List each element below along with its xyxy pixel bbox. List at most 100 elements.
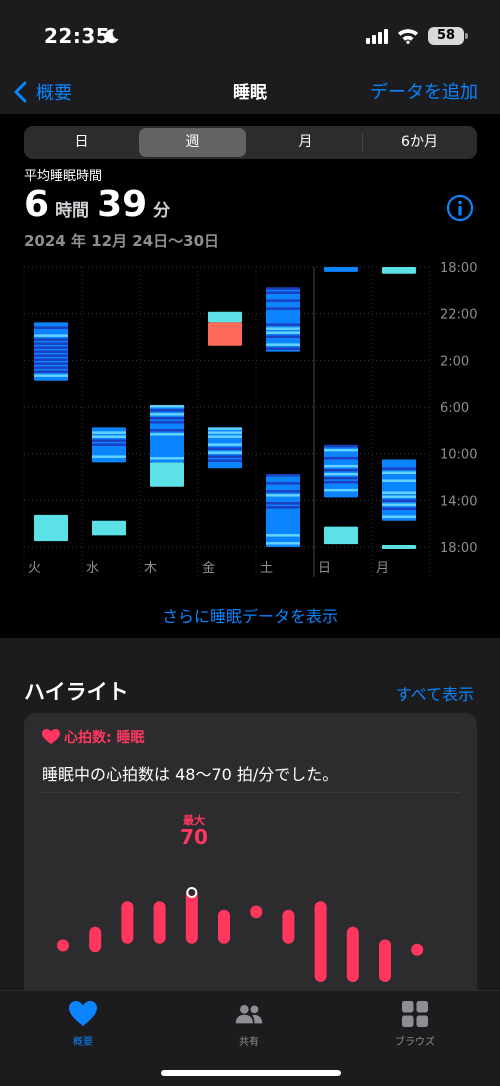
- day-label: 金: [202, 560, 215, 576]
- sleep-stage-stripe: [266, 542, 300, 545]
- day-label: 木: [144, 561, 157, 576]
- sleep-stage-stripe: [150, 409, 184, 412]
- sleep-stage-stripe: [208, 447, 242, 450]
- heart-rate-chart: [57, 887, 424, 982]
- minutes-unit: 分: [153, 201, 171, 221]
- sleep-stage-stripe: [266, 502, 300, 505]
- tab-browse-label: ブラウズ: [395, 1037, 435, 1048]
- sleep-stage-stripe: [150, 457, 184, 460]
- sleep-stage-stripe: [150, 429, 184, 432]
- tab-sharing[interactable]: 共有: [189, 991, 309, 1053]
- sleep-stage-stripe: [266, 287, 300, 290]
- day-label: 火: [28, 561, 41, 576]
- sleep-stage-stripe: [324, 464, 358, 468]
- sleep-stage-stripe: [266, 482, 300, 485]
- sleep-session-asleep: [208, 427, 242, 469]
- status-bar: 22:35 58: [0, 0, 500, 70]
- sleep-stage-stripe: [92, 431, 126, 434]
- home-indicator: [161, 1070, 341, 1076]
- sleep-session-asleep: [382, 459, 416, 521]
- sleep-stage-stripe: [382, 467, 416, 470]
- info-icon[interactable]: [446, 194, 474, 222]
- tab-sharing-label: 共有: [239, 1037, 259, 1048]
- sleep-session-in_bed: [92, 520, 126, 536]
- sleep-stage-stripe: [34, 346, 68, 349]
- sleep-stage-stripe: [34, 334, 68, 337]
- sleep-bar: [382, 545, 416, 550]
- sleep-stage-stripe: [324, 488, 358, 492]
- status-time: 22:35: [44, 24, 111, 48]
- sleep-session-asleep: [324, 444, 358, 498]
- sleep-bar: [34, 514, 68, 542]
- sleep-bar: [208, 322, 242, 346]
- sleep-stage-stripe: [34, 354, 68, 357]
- back-label: 概要: [36, 83, 72, 104]
- sleep-bar: [324, 267, 358, 272]
- heart-rate-bar: [57, 939, 69, 952]
- back-button[interactable]: 概要: [12, 76, 72, 108]
- sleep-stage-stripe: [324, 444, 358, 448]
- sleep-stage-stripe: [266, 347, 300, 350]
- sleep-stage-stripe: [34, 374, 68, 377]
- heart-rate-bar: [314, 901, 327, 982]
- heart-rate-bar: [121, 901, 134, 944]
- sleep-stage-stripe: [208, 435, 242, 438]
- sleep-stage-stripe: [34, 358, 68, 361]
- hours-value: 6: [24, 184, 50, 225]
- sleep-stage-stripe: [382, 491, 416, 494]
- sleep-session-in_bed: [382, 545, 416, 550]
- day-label: 土: [260, 561, 273, 576]
- day-label: 水: [86, 561, 99, 576]
- sleep-stage-stripe: [92, 435, 126, 438]
- heart-rate-bar: [89, 926, 102, 953]
- see-all-link[interactable]: すべて表示: [396, 681, 474, 705]
- signal-icon: [366, 29, 388, 44]
- sleep-chart[interactable]: 18:00 22:00 2:00 6:00 10:00 14:00 18:00 火 水 木 金 土 日 月: [0, 255, 500, 585]
- heart-icon: [69, 1001, 97, 1026]
- grid-icon: [402, 1001, 428, 1027]
- segment-6months[interactable]: 6か月: [364, 128, 475, 157]
- sleep-stage-stripe: [324, 476, 358, 480]
- add-data-button[interactable]: データを追加: [370, 78, 478, 104]
- sleep-stage-stripe: [92, 455, 126, 458]
- sleep-stage-stripe: [34, 350, 68, 353]
- sleep-stage-stripe: [382, 507, 416, 510]
- average-sleep-value: 6 時間 39 分: [24, 184, 178, 228]
- sleep-stage-stripe: [34, 370, 68, 373]
- y-tick-label: 10:00: [440, 448, 477, 463]
- sleep-session-in_bed: [324, 526, 358, 545]
- sleep-bar: [324, 526, 358, 545]
- sleep-stage-stripe: [382, 515, 416, 518]
- y-tick-label: 6:00: [440, 401, 469, 416]
- sleep-stage-stripe: [382, 479, 416, 482]
- chevron-left-icon: [14, 81, 27, 103]
- heart-rate-bar: [250, 905, 263, 919]
- sleep-session-in_bed: [34, 514, 68, 542]
- sleep-bar: [92, 520, 126, 536]
- sleep-stage-stripe: [208, 455, 242, 458]
- segment-day[interactable]: 日: [26, 128, 137, 157]
- tab-summary[interactable]: 概要: [23, 991, 143, 1053]
- tab-browse[interactable]: ブラウズ: [355, 991, 475, 1053]
- sleep-stage-stripe: [266, 534, 300, 537]
- sleep-stage-stripe: [266, 291, 300, 294]
- sleep-stage-stripe: [266, 327, 300, 330]
- heart-rate-highlight-card[interactable]: 心拍数: 睡眠 睡眠中の心拍数は 48〜70 拍/分でした。 最大 70: [24, 713, 477, 1013]
- sleep-stage-stripe: [324, 448, 358, 452]
- sleep-session-asleep: [324, 267, 358, 272]
- y-tick-label: 22:00: [440, 308, 477, 323]
- minutes-value: 39: [97, 184, 148, 225]
- sleep-stage-stripe: [324, 472, 358, 476]
- sleep-session-in_bed: [150, 462, 184, 487]
- highlights-title: ハイライト: [24, 680, 129, 704]
- sleep-session-in_bed: [382, 267, 416, 274]
- sleep-session-awake: [208, 322, 242, 346]
- sleep-bar: [208, 311, 242, 323]
- segment-month[interactable]: 月: [250, 128, 361, 157]
- show-more-sleep-data-link[interactable]: さらに睡眠データを表示: [0, 603, 500, 627]
- y-tick-label: 18:00: [440, 541, 477, 556]
- heart-rate-bar: [346, 926, 359, 982]
- sleep-stage-stripe: [34, 342, 68, 345]
- max-marker: [186, 887, 198, 898]
- segment-week[interactable]: 週: [139, 128, 246, 157]
